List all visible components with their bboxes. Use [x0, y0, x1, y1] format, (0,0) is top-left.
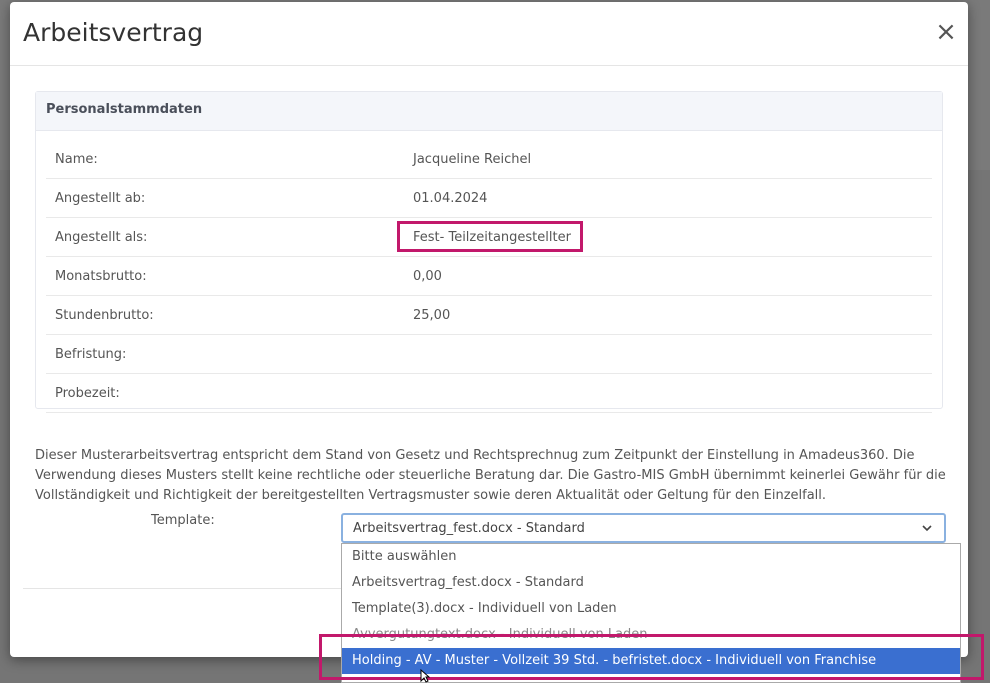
table-row: Name: Jacqueline Reichel: [46, 140, 932, 179]
row-value: 01.04.2024: [413, 191, 488, 206]
table-row: Befristung:: [46, 335, 932, 374]
row-label: Probezeit:: [55, 386, 120, 401]
close-icon[interactable]: ×: [934, 19, 958, 45]
personnel-data-table: Name: Jacqueline Reichel Angestellt ab: …: [46, 140, 932, 413]
row-label: Befristung:: [55, 347, 127, 362]
table-row: Stundenbrutto: 25,00: [46, 296, 932, 335]
dropdown-option[interactable]: Bitte auswählen: [342, 544, 960, 570]
mouse-cursor-icon: [420, 669, 430, 683]
row-label: Angestellt als:: [55, 230, 148, 245]
row-label: Name:: [55, 152, 98, 167]
row-value: 25,00: [413, 308, 451, 323]
modal-title: Arbeitsvertrag: [23, 18, 204, 47]
dropdown-option[interactable]: Arbeitsvertrag_fest.docx - Standard: [342, 570, 960, 596]
row-label: Angestellt ab:: [55, 191, 146, 206]
disclaimer-text: Dieser Musterarbeitsvertrag entspricht d…: [35, 448, 946, 503]
template-selected-value: Arbeitsvertrag_fest.docx - Standard: [353, 521, 585, 536]
row-label: Monatsbrutto:: [55, 269, 147, 284]
row-label: Stundenbrutto:: [55, 308, 154, 323]
panel-heading: Personalstammdaten: [36, 92, 942, 131]
table-row: Monatsbrutto: 0,00: [46, 257, 932, 296]
table-row: Probezeit:: [46, 374, 932, 413]
row-value: 0,00: [413, 269, 442, 284]
table-row: Angestellt ab: 01.04.2024: [46, 179, 932, 218]
template-label: Template:: [151, 513, 215, 528]
chevron-down-icon: [922, 525, 932, 532]
option-highlight-box: [319, 634, 984, 680]
modal-header: Arbeitsvertrag ×: [10, 2, 968, 66]
template-select[interactable]: Arbeitsvertrag_fest.docx - Standard: [341, 513, 946, 543]
employment-type-highlight: [397, 221, 583, 252]
row-value: Jacqueline Reichel: [413, 152, 532, 167]
dropdown-option[interactable]: Template(3).docx - Individuell von Laden: [342, 596, 960, 622]
